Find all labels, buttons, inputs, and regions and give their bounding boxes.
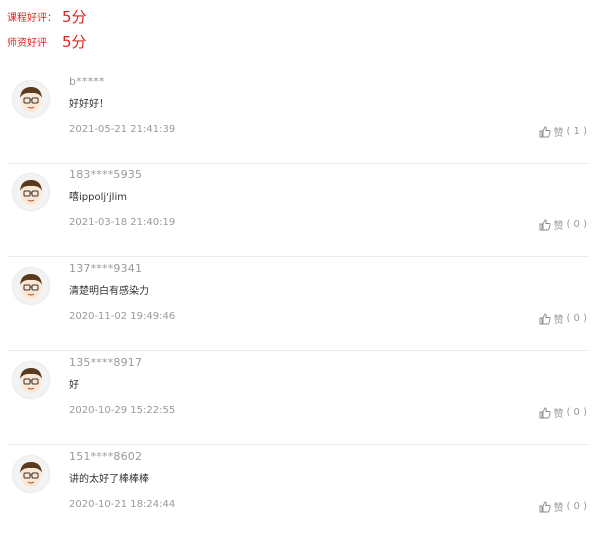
- review-comment: 好: [69, 380, 79, 391]
- review-username: 137****9341: [69, 262, 143, 275]
- like-label: 赞: [553, 221, 564, 232]
- like-label: 赞: [553, 503, 564, 514]
- cartoon-boy-avatar-icon: [13, 174, 49, 210]
- like-label: 赞: [553, 315, 564, 326]
- like-count: ( 0 ): [566, 407, 587, 418]
- like-button[interactable]: 赞 ( 1 ): [539, 124, 587, 139]
- review-username: 183****5935: [69, 168, 143, 181]
- review-comment: 嘻ippolj'jlim: [69, 192, 127, 203]
- review-item: b***** 好好好！ 2021-05-21 21:41:39 赞 ( 1 ): [8, 71, 589, 164]
- thumbs-up-icon: [539, 407, 552, 419]
- like-count: ( 0 ): [566, 313, 587, 324]
- teacher-rating-label: 师资好评: [7, 38, 47, 49]
- review-date: 2020-10-29 15:22:55: [69, 405, 176, 416]
- like-count: ( 0 ): [566, 219, 587, 230]
- thumbs-up-icon: [539, 219, 552, 231]
- review-item: 135****8917 好 2020-10-29 15:22:55 赞 ( 0 …: [8, 352, 589, 445]
- like-label: 赞: [553, 128, 564, 139]
- review-comment: 清楚明白有感染力: [69, 286, 149, 297]
- review-item: 183****5935 嘻ippolj'jlim 2021-03-18 21:4…: [8, 164, 589, 257]
- review-item: 137****9341 清楚明白有感染力 2020-11-02 19:49:46…: [8, 258, 589, 351]
- review-username: 135****8917: [69, 356, 143, 369]
- cartoon-boy-avatar-icon: [13, 268, 49, 304]
- thumbs-up-icon: [539, 313, 552, 325]
- like-count: ( 1 ): [566, 126, 587, 137]
- thumbs-up-icon: [539, 501, 552, 513]
- review-comment: 好好好！: [69, 99, 109, 110]
- review-date: 2020-10-21 18:24:44: [69, 499, 176, 510]
- cartoon-boy-avatar-icon: [13, 362, 49, 398]
- thumbs-up-icon: [539, 126, 552, 138]
- teacher-rating-score: 5分: [62, 33, 87, 51]
- course-rating-score: 5分: [62, 8, 87, 26]
- like-label: 赞: [553, 409, 564, 420]
- review-username: 151****8602: [69, 450, 143, 463]
- review-date: 2021-05-21 21:41:39: [69, 124, 176, 135]
- review-comment: 讲的太好了棒棒棒: [69, 474, 149, 485]
- review-item: 151****8602 讲的太好了棒棒棒 2020-10-21 18:24:44…: [8, 446, 589, 538]
- review-date: 2020-11-02 19:49:46: [69, 311, 176, 322]
- teacher-rating: 师资好评 5分: [7, 31, 87, 52]
- like-button[interactable]: 赞 ( 0 ): [539, 311, 587, 326]
- course-rating: 课程好评： 5分: [7, 6, 87, 27]
- review-username: b*****: [69, 75, 105, 88]
- like-button[interactable]: 赞 ( 0 ): [539, 217, 587, 232]
- review-date: 2021-03-18 21:40:19: [69, 217, 176, 228]
- like-button[interactable]: 赞 ( 0 ): [539, 499, 587, 514]
- course-rating-label: 课程好评：: [7, 13, 57, 24]
- cartoon-boy-avatar-icon: [13, 456, 49, 492]
- like-button[interactable]: 赞 ( 0 ): [539, 405, 587, 420]
- like-count: ( 0 ): [566, 501, 587, 512]
- cartoon-boy-avatar-icon: [13, 81, 49, 117]
